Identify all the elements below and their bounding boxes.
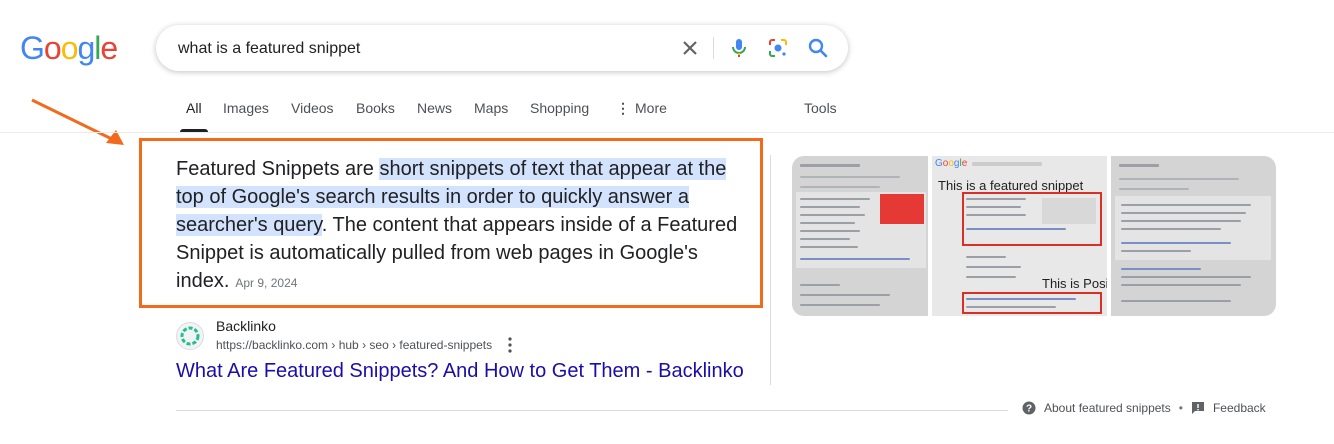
- annotation-arrow: [31, 98, 124, 145]
- snippet-prefix: Featured Snippets are: [176, 158, 380, 180]
- snippet-image-1[interactable]: [792, 156, 928, 316]
- backlinko-favicon: [176, 322, 204, 350]
- snippet-date: Apr 9, 2024: [235, 276, 298, 290]
- clear-icon[interactable]: [678, 36, 702, 60]
- tab-shopping[interactable]: Shopping: [530, 100, 589, 116]
- search-divider: [713, 37, 714, 59]
- result-title-link[interactable]: What Are Featured Snippets? And How to G…: [176, 360, 744, 383]
- header-divider: [0, 132, 1334, 133]
- more-options-icon[interactable]: [504, 336, 516, 354]
- thumb-label-featured: This is a featured snippet: [938, 178, 1084, 193]
- google-logo[interactable]: Google: [20, 30, 118, 67]
- feedback-icon: [1191, 402, 1204, 414]
- thumb-label-position: This is Position 1: [1042, 276, 1107, 291]
- tab-maps[interactable]: Maps: [474, 100, 508, 116]
- result-divider: [176, 410, 1008, 411]
- search-input[interactable]: [176, 25, 660, 73]
- tools-button[interactable]: Tools: [804, 100, 837, 116]
- tab-images[interactable]: Images: [223, 100, 269, 116]
- source-url: https://backlinko.com › hub › seo › feat…: [216, 338, 493, 352]
- tab-videos[interactable]: Videos: [291, 100, 334, 116]
- snippet-image-2[interactable]: Google This is a featured snippet This i…: [932, 156, 1107, 316]
- feedback-link[interactable]: Feedback: [1213, 401, 1266, 415]
- tab-news[interactable]: News: [417, 100, 452, 116]
- snippet-images: Google This is a featured snippet This i…: [792, 156, 1276, 316]
- snippet-image-3[interactable]: [1111, 156, 1276, 316]
- tab-more[interactable]: ⋮ More: [616, 100, 667, 117]
- help-icon: ?: [1022, 401, 1036, 415]
- backlinko-logo-icon: [180, 326, 200, 346]
- svg-text:?: ?: [1026, 404, 1032, 415]
- microphone-icon[interactable]: [727, 36, 751, 60]
- search-box: [156, 25, 848, 73]
- about-featured-snippets-link[interactable]: About featured snippets: [1044, 401, 1171, 415]
- tab-all[interactable]: All: [180, 100, 207, 132]
- footer-separator: •: [1178, 401, 1183, 415]
- tab-books[interactable]: Books: [356, 100, 395, 116]
- google-lens-icon[interactable]: [766, 36, 790, 60]
- tab-more-label: More: [635, 100, 667, 116]
- more-vert-icon: ⋮: [616, 100, 630, 116]
- thumb-google-logo: Google: [935, 158, 968, 169]
- search-icon[interactable]: [806, 36, 830, 60]
- featured-snippet-footer: ? About featured snippets • Feedback: [1022, 401, 1266, 415]
- column-divider: [770, 155, 771, 385]
- featured-snippet-text: Featured Snippets are short snippets of …: [176, 155, 756, 297]
- source-site-name: Backlinko: [216, 318, 276, 334]
